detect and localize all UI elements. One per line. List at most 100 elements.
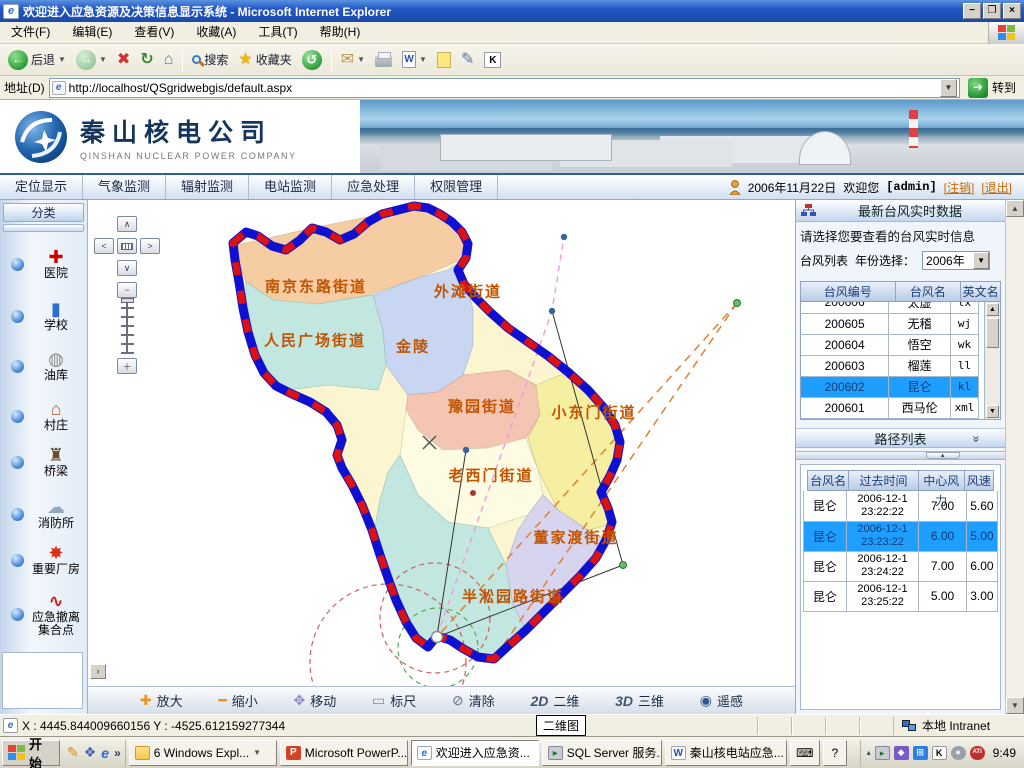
task-ie-current[interactable]: e 欢迎进入应急资... <box>411 740 539 766</box>
scroll-up-icon[interactable]: ▲ <box>986 303 999 316</box>
notes-button[interactable] <box>433 50 455 70</box>
page-scrollbar[interactable]: ▲ ▼ <box>1005 200 1024 714</box>
pen-button[interactable]: ✎ <box>457 50 478 70</box>
zoom-out-tool[interactable]: ━缩小 <box>218 691 257 710</box>
scroll-up-icon[interactable]: ▲ <box>1006 200 1024 217</box>
tray-ati-icon[interactable]: ATI <box>970 746 985 760</box>
view-3d-tool[interactable]: 3D三维 <box>615 691 664 710</box>
tab-weather-monitor[interactable]: 气象监测 <box>83 175 166 199</box>
table-row[interactable]: 200603榴莲ll <box>801 355 979 376</box>
menu-view[interactable]: 查看(V) <box>123 22 185 43</box>
remote-sensing-tool[interactable]: ◉遥感 <box>700 691 743 710</box>
address-input[interactable] <box>69 81 937 95</box>
back-button[interactable]: ← 后退 ▼ <box>4 48 70 72</box>
mail-button[interactable]: ✉▼ <box>337 50 369 70</box>
tray-app-icon[interactable]: ◆ <box>894 746 909 760</box>
pan-center-button[interactable] <box>117 238 137 254</box>
collapse-chevron-icon[interactable]: » <box>970 436 984 441</box>
scroll-down-icon[interactable]: ▼ <box>1006 697 1024 714</box>
menu-file[interactable]: 文件(F) <box>0 22 61 43</box>
table-row[interactable]: 200605无稽wj <box>801 313 979 334</box>
address-dropdown-icon[interactable]: ▼ <box>940 79 957 97</box>
table-row[interactable]: 200602昆仑kl <box>801 376 979 397</box>
quick-launch-app-icon[interactable]: ❖ <box>84 744 97 761</box>
go-button[interactable]: ➜ 转到 <box>964 78 1020 98</box>
task-windows-explorer-group[interactable]: 6 Windows Expl... ▼ <box>129 740 277 766</box>
scroll-down-icon[interactable]: ▼ <box>986 405 999 418</box>
refresh-button[interactable]: ↻ <box>136 50 157 70</box>
quick-launch-ie-icon[interactable]: e <box>101 745 109 761</box>
quick-launch-pen-icon[interactable]: ✎ <box>67 744 79 761</box>
scroll-thumb[interactable] <box>986 318 999 348</box>
zoom-slider-handle[interactable] <box>121 298 134 303</box>
forward-button[interactable]: → ▼ <box>72 48 111 72</box>
table-row[interactable]: 200606太虚tx <box>801 302 979 313</box>
gis-map[interactable] <box>88 200 795 686</box>
zoom-plus-button[interactable]: ＋ <box>117 358 137 374</box>
help-button[interactable]: ? <box>823 740 847 766</box>
menu-favorites[interactable]: 收藏(A) <box>185 22 247 43</box>
pan-right-button[interactable]: > <box>140 238 160 254</box>
table-row[interactable]: 昆仑2006-12-1 23:22:227.005.60 <box>804 491 998 521</box>
back-dropdown-icon[interactable]: ▼ <box>58 55 66 64</box>
pan-left-button[interactable]: < <box>94 238 114 254</box>
pan-tool[interactable]: ✥移动 <box>294 691 337 710</box>
zoom-in-tool[interactable]: ✚放大 <box>140 691 183 710</box>
sidebar-item-important-plant[interactable]: ✸ 重要厂房 <box>0 544 88 576</box>
tray-grid-icon[interactable]: ⊞ <box>913 746 928 760</box>
table-row[interactable]: 昆仑2006-12-1 23:23:226.005.00 <box>804 521 998 551</box>
clear-tool[interactable]: ⊘清除 <box>452 691 495 710</box>
tray-kaspersky-icon[interactable]: K <box>932 746 947 760</box>
table-row[interactable]: 昆仑2006-12-1 23:25:225.003.00 <box>804 581 998 611</box>
k-logo-button[interactable]: K <box>480 50 505 70</box>
edit-word-button[interactable]: W▼ <box>398 49 431 70</box>
table-row[interactable]: 200601西马伦xml <box>801 397 979 418</box>
search-button[interactable]: 搜索 <box>188 49 232 70</box>
category-header[interactable]: 分类 <box>3 203 84 222</box>
year-dropdown[interactable]: 2006年 ▼ <box>922 251 990 270</box>
sidebar-item-assembly-point[interactable]: ∿ 应急撤离集合点 <box>0 592 88 637</box>
path-list-bar[interactable]: 路径列表 » <box>796 428 1005 448</box>
minimize-button[interactable]: − <box>963 3 981 19</box>
favorites-button[interactable]: ★ 收藏夹 <box>234 49 295 70</box>
pan-up-button[interactable]: ∧ <box>117 216 137 232</box>
tray-volume-icon[interactable]: ● <box>951 746 966 760</box>
start-button[interactable]: 开始 <box>2 740 60 766</box>
tray-clock[interactable]: 9:49 <box>989 746 1016 760</box>
menu-edit[interactable]: 编辑(E) <box>61 22 123 43</box>
zoom-minus-button[interactable]: − <box>117 282 137 298</box>
pan-down-button[interactable]: ∨ <box>117 260 137 276</box>
panel-splitter[interactable]: ▲ <box>796 451 1005 460</box>
sidebar-item-village[interactable]: ⌂ 村庄 <box>0 400 88 432</box>
forward-dropdown-icon[interactable]: ▼ <box>99 55 107 64</box>
keyboard-layout-button[interactable]: ⌨ <box>790 740 820 766</box>
task-powerpoint[interactable]: P Microsoft PowerP... <box>280 740 408 766</box>
stop-button[interactable]: ✖ <box>113 50 134 70</box>
sidebar-item-oil-depot[interactable]: ◍ 油库 <box>0 350 88 382</box>
restore-button[interactable]: ❐ <box>983 3 1001 19</box>
sidebar-item-school[interactable]: ▮ 学校 <box>0 300 88 332</box>
map-canvas[interactable]: 南京东路街道 外滩街道 人民广场街道 金陵 豫园街道 小东门街道 老西门街道 董… <box>88 200 795 686</box>
tab-emergency-handling[interactable]: 应急处理 <box>332 175 415 199</box>
ruler-tool[interactable]: ▭标尺 <box>372 691 416 710</box>
quick-launch-overflow-icon[interactable]: » <box>114 746 121 760</box>
logout-link[interactable]: [注销] <box>944 179 975 196</box>
home-button[interactable]: ⌂ <box>160 50 178 70</box>
view-2d-tool[interactable]: 2D二维 <box>530 691 579 710</box>
tray-chevron-icon[interactable]: ▴ <box>867 748 871 757</box>
menu-tools[interactable]: 工具(T) <box>247 22 308 43</box>
sidebar-expander-button[interactable]: › <box>90 664 106 679</box>
tab-station-monitor[interactable]: 电站监测 <box>249 175 332 199</box>
history-button[interactable]: ↺ <box>298 48 326 72</box>
print-button[interactable] <box>371 50 396 69</box>
zoom-slider[interactable] <box>121 300 134 354</box>
table-row[interactable]: 昆仑2006-12-1 23:24:227.006.00 <box>804 551 998 581</box>
tab-radiation-monitor[interactable]: 辐射监测 <box>166 175 249 199</box>
tray-sql-icon[interactable]: ▸ <box>875 746 890 760</box>
tab-permission-manage[interactable]: 权限管理 <box>415 175 498 199</box>
task-sql-server[interactable]: ▸ SQL Server 服务... <box>542 740 662 766</box>
tab-location-display[interactable]: 定位显示 <box>0 175 83 199</box>
close-button[interactable]: × <box>1003 3 1021 19</box>
table-scrollbar[interactable]: ▲ ▼ <box>984 302 1000 419</box>
menu-help[interactable]: 帮助(H) <box>309 22 372 43</box>
